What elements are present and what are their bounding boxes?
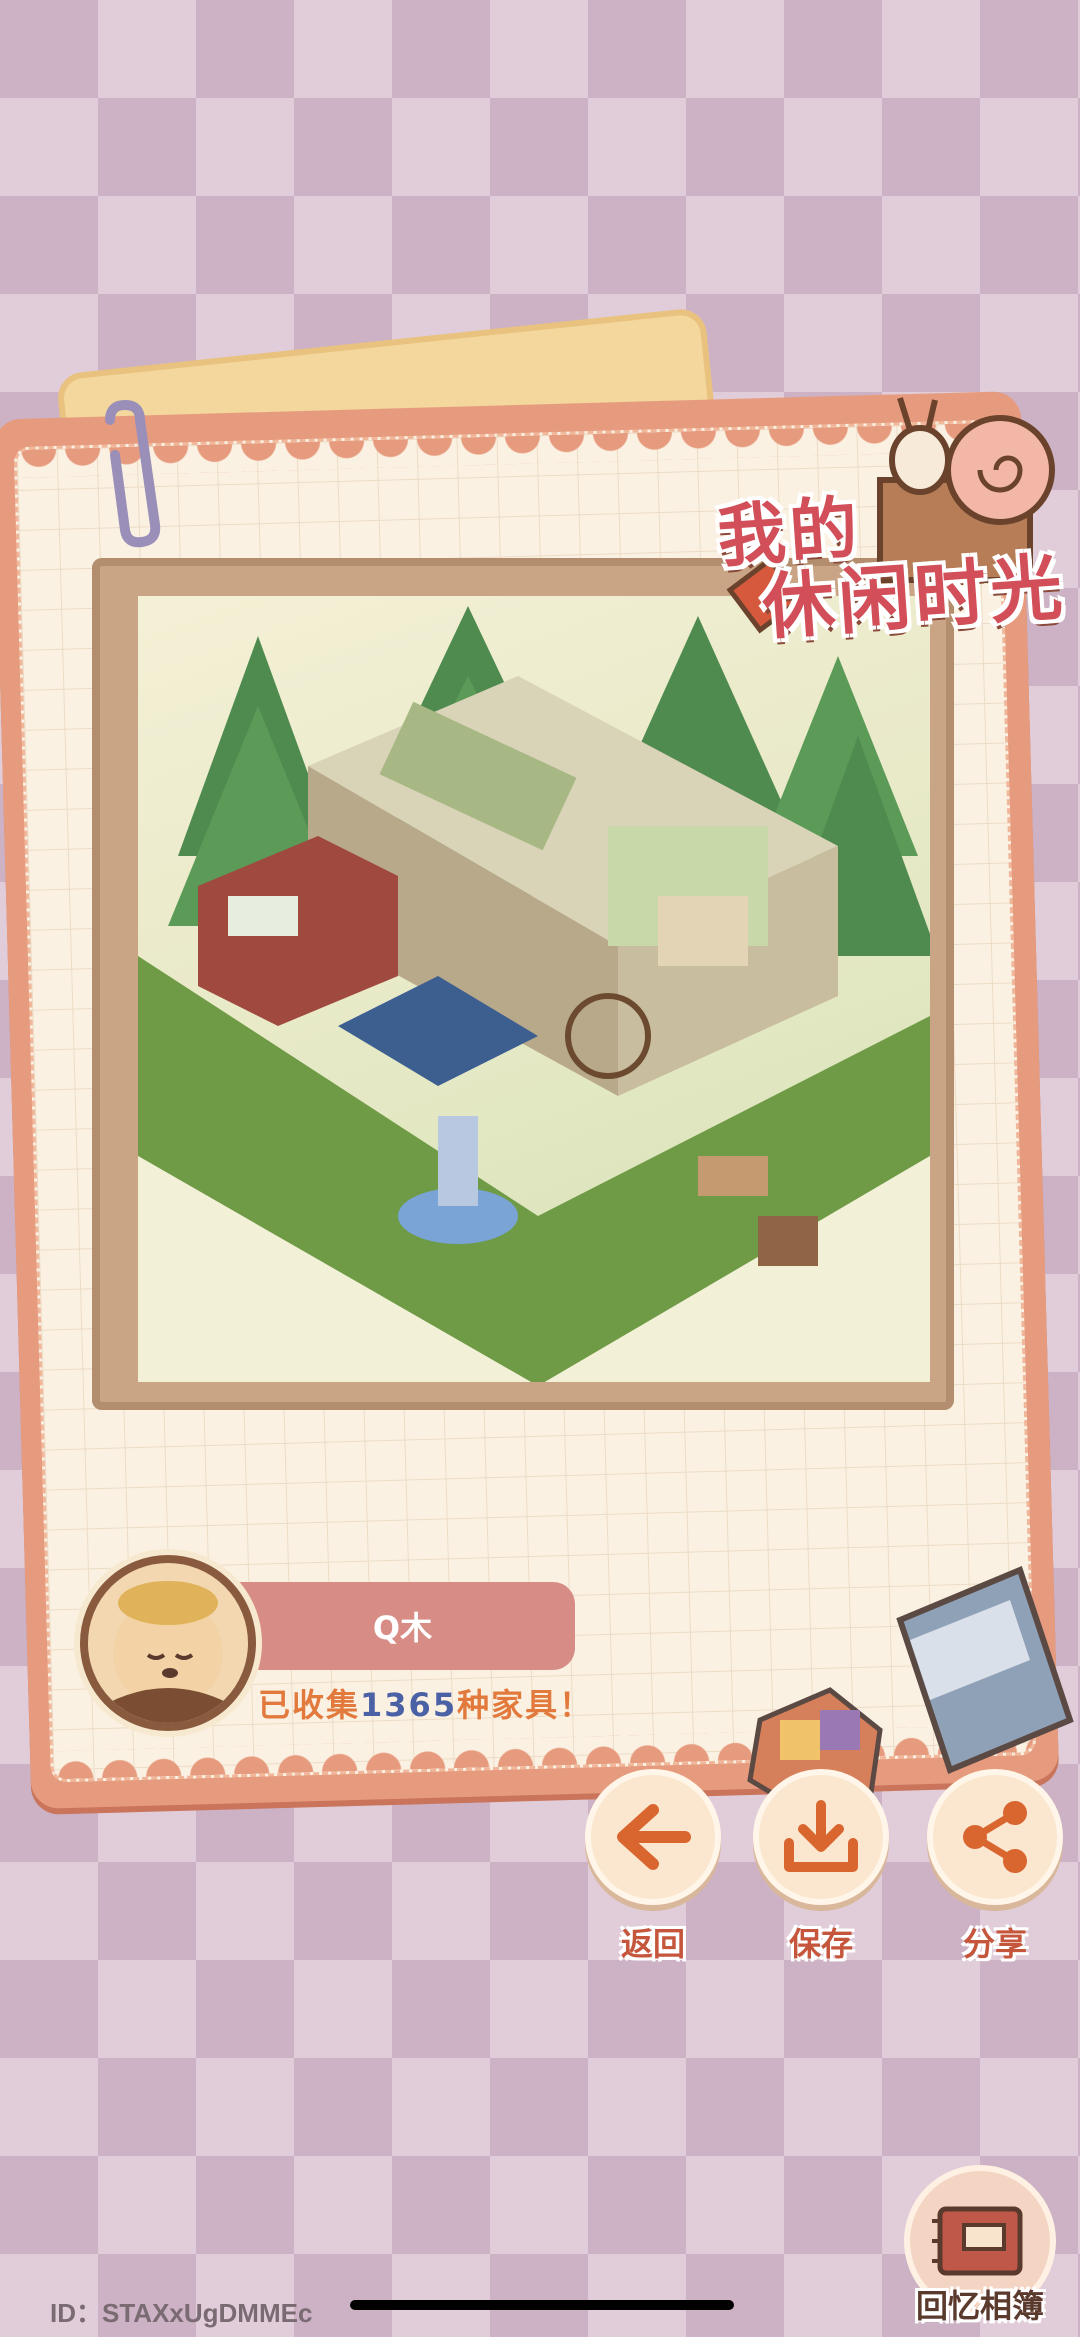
player-name: Q木: [372, 1609, 433, 1647]
memory-album-button[interactable]: 回忆相簿: [900, 2165, 1060, 2335]
collect-number: 1365: [360, 1686, 458, 1724]
share-icon: [963, 1801, 1027, 1873]
share-button[interactable]: 分享: [930, 1775, 1060, 1965]
room-screenshot: [138, 596, 930, 1382]
room-scene-image: [138, 606, 930, 1382]
back-button-circle[interactable]: [591, 1775, 715, 1899]
dog-avatar-icon: [108, 1581, 228, 1723]
page-title: 我的 休闲时光: [715, 478, 1080, 650]
player-name-bar: Q木: [230, 1582, 575, 1670]
back-label: 返回: [620, 1925, 685, 1963]
collect-prefix: 已收集: [258, 1686, 361, 1724]
memory-album-label: 回忆相簿: [915, 2287, 1044, 2325]
back-button[interactable]: 返回: [588, 1775, 718, 1965]
collect-suffix: 种家具！: [457, 1686, 594, 1724]
player-id: ID：STAXxUgDMMEc: [50, 2298, 313, 2328]
arrow-left-icon: [617, 1804, 691, 1870]
collection-count-text: 已收集1365种家具！: [258, 1680, 593, 1726]
save-button[interactable]: 保存: [756, 1775, 886, 1965]
avatar[interactable]: [80, 1555, 256, 1731]
save-button-circle[interactable]: [759, 1775, 883, 1899]
paperclip-icon: [105, 400, 161, 548]
save-label: 保存: [788, 1925, 853, 1963]
book-decoration-icon: [747, 1565, 1074, 1810]
share-button-circle[interactable]: [933, 1775, 1057, 1899]
download-icon: [784, 1800, 858, 1872]
home-indicator[interactable]: [350, 2300, 734, 2310]
album-icon: [932, 2206, 1023, 2276]
share-label: 分享: [962, 1925, 1027, 1963]
